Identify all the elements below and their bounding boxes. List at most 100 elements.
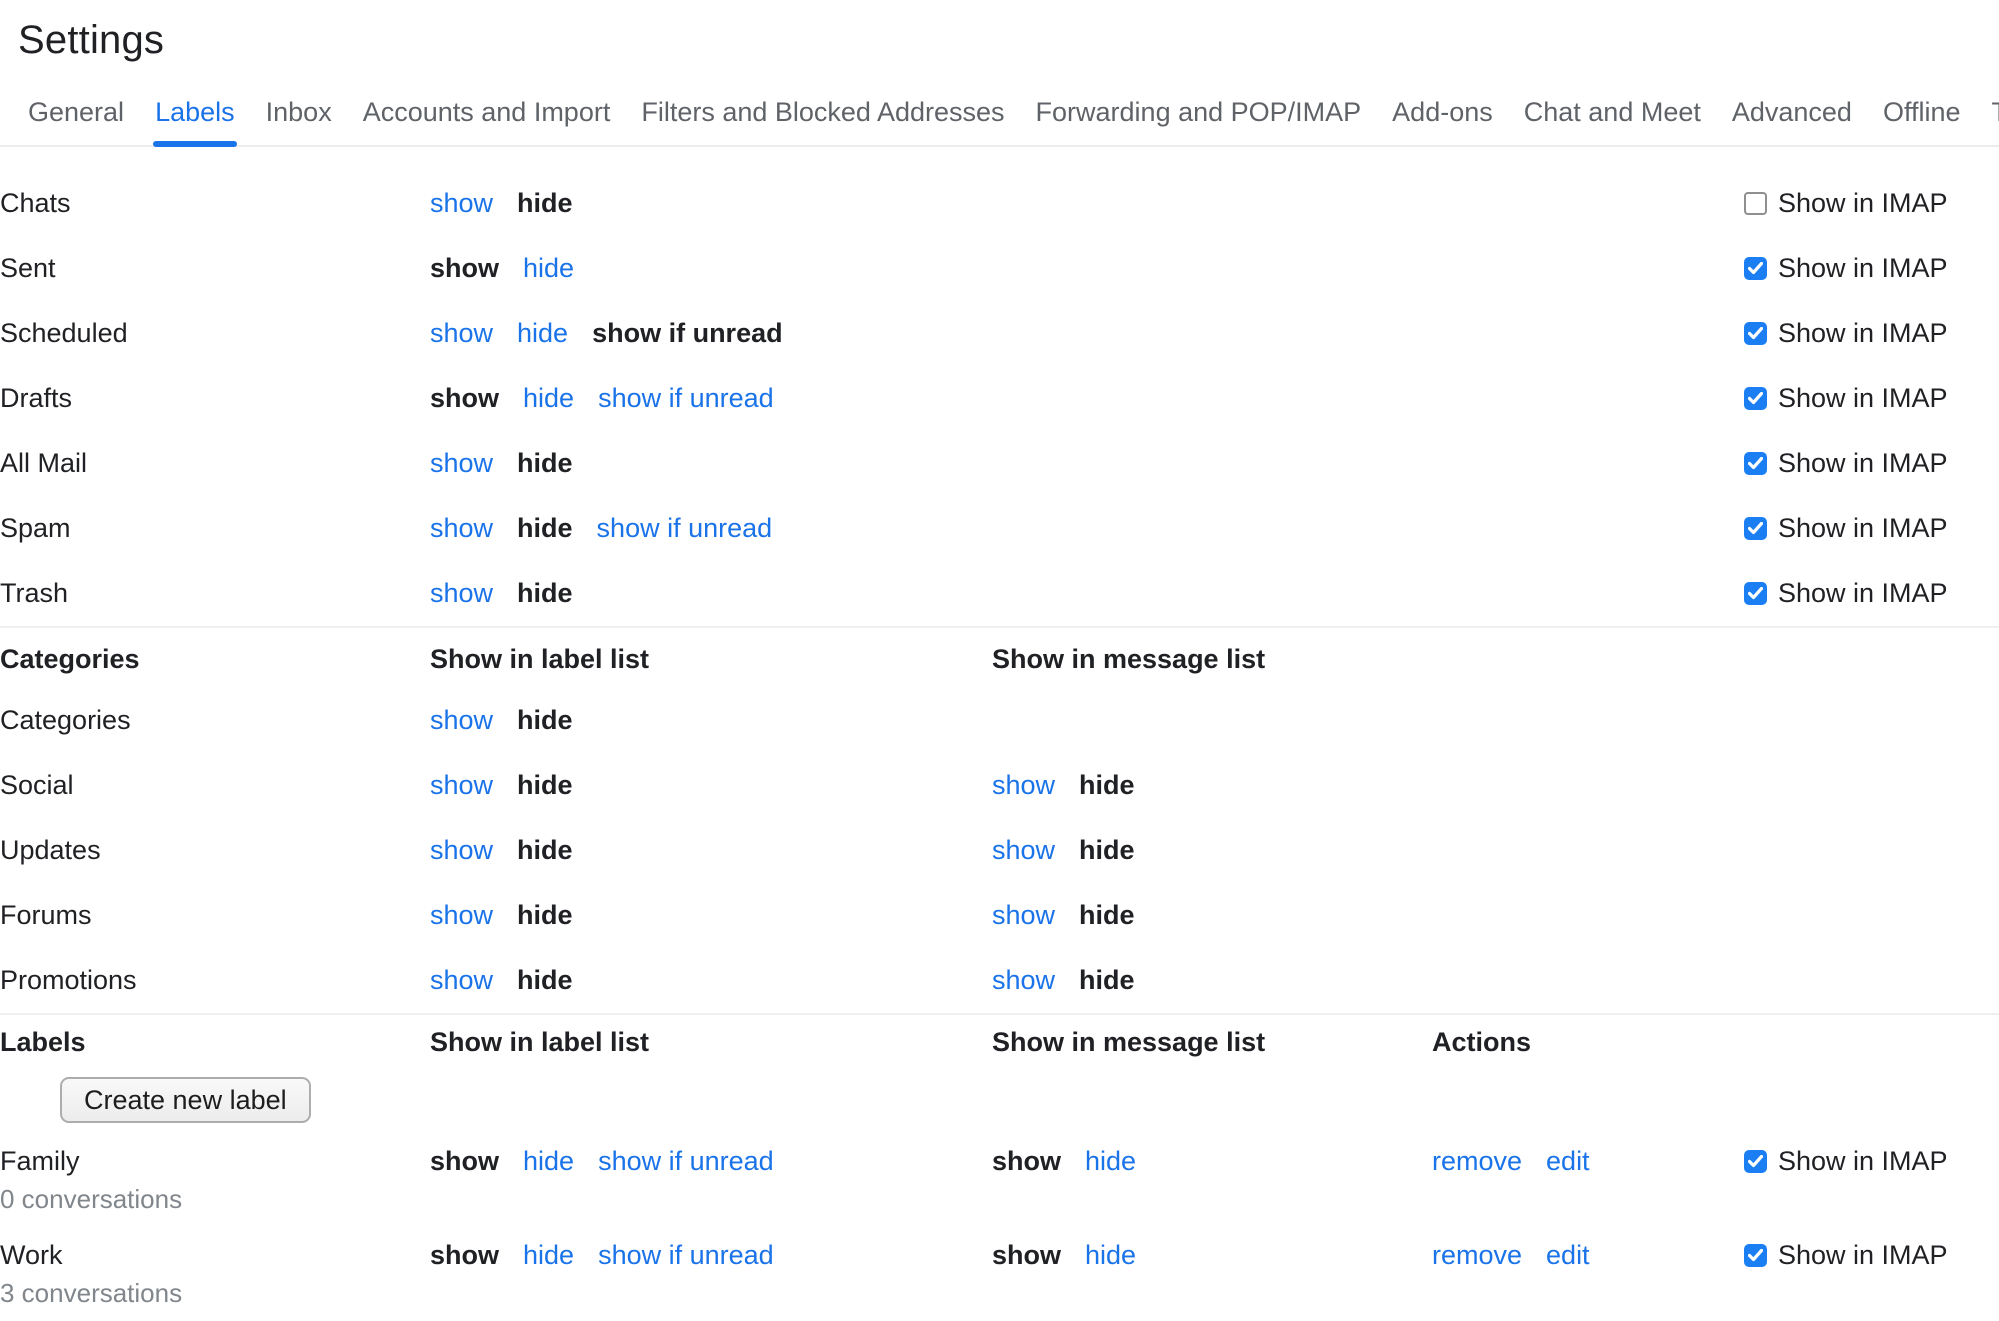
show-in-label-list-controls: show hide [430,962,992,999]
label-row-scheduled: Scheduledshowhideshow if unreadShow in I… [0,301,1999,366]
column-header-name: Categories [0,641,430,678]
tab-accounts-and-import[interactable]: Accounts and Import [363,97,611,128]
hide-link[interactable]: hide [523,1143,574,1180]
show-link[interactable]: show [430,575,493,612]
label-row-work: Work3 conversationsshowhideshow if unrea… [0,1227,1999,1321]
label-actions: remove edit [1432,1237,1744,1274]
show-in-imap-checkbox[interactable] [1744,322,1767,345]
settings-tabs: General Labels Inbox Accounts and Import Fil… [0,63,1999,147]
show-link[interactable]: show [430,897,493,934]
hide-current: hide [517,962,573,999]
label-row-chats: Chatsshowhide Show in IMAP [0,171,1999,236]
label-name: Chats [0,185,430,222]
show-in-imap-label: Show in IMAP [1778,185,1948,222]
label-name-cell: Updates [0,832,430,869]
show-if-unread-current: show if unread [592,315,783,352]
show-in-imap: Show in IMAP [1744,315,1999,352]
show-link[interactable]: show [430,510,493,547]
show-link[interactable]: show [430,445,493,482]
hide-current: hide [517,445,573,482]
tab-advanced[interactable]: Advanced [1732,97,1852,128]
tab-labels[interactable]: Labels [155,97,235,128]
rows-system-labels: ChatsshowhideShow in IMAPSentshowhideSho… [0,171,1999,626]
show-link[interactable]: show [992,897,1055,934]
label-name: Promotions [0,962,430,999]
show-link[interactable]: show [430,315,493,352]
show-in-label-list-controls: show hide show if unread [430,315,992,352]
labels-settings-content: ChatsshowhideShow in IMAPSentshowhideSho… [0,147,1999,1321]
show-in-imap-label: Show in IMAP [1778,380,1948,417]
tab-themes[interactable]: Themes [1992,97,1999,128]
label-name-cell: Spam [0,510,430,547]
hide-link[interactable]: hide [523,250,574,287]
tab-general[interactable]: General [28,97,124,128]
create-new-label-button[interactable]: Create new label [60,1077,311,1123]
show-in-imap: Show in IMAP [1744,510,1999,547]
label-row-promotions: Promotionsshowhideshowhide [0,948,1999,1013]
show-in-imap-checkbox[interactable] [1744,192,1767,215]
show-link[interactable]: show [430,962,493,999]
column-header-message-list: Show in message list [992,641,1432,678]
rows-categories: CategoriesshowhideSocialshowhideshowhide… [0,688,1999,1013]
hide-current: hide [517,767,573,804]
label-name: All Mail [0,445,430,482]
tab-filters-and-blocked-addresses[interactable]: Filters and Blocked Addresses [641,97,1004,128]
remove-link[interactable]: remove [1432,1237,1522,1274]
hide-link[interactable]: hide [523,1237,574,1274]
hide-current: hide [517,575,573,612]
show-in-imap-checkbox[interactable] [1744,1244,1767,1267]
hide-current: hide [1079,897,1135,934]
tab-inbox[interactable]: Inbox [266,97,332,128]
remove-link[interactable]: remove [1432,1143,1522,1180]
tab-chat-and-meet[interactable]: Chat and Meet [1524,97,1701,128]
show-current: show [992,1143,1061,1180]
show-link[interactable]: show [430,832,493,869]
show-in-label-list-controls: showhideshow if unread [430,1143,992,1180]
hide-link[interactable]: hide [1085,1237,1136,1274]
show-in-imap-checkbox[interactable] [1744,582,1767,605]
show-in-imap-checkbox[interactable] [1744,452,1767,475]
show-link[interactable]: show [430,185,493,222]
label-name-cell: Social [0,767,430,804]
label-name: Spam [0,510,430,547]
show-if-unread-link[interactable]: show if unread [598,1143,774,1180]
show-in-imap-label: Show in IMAP [1778,575,1948,612]
show-in-label-list-controls: showhide [430,185,992,222]
show-in-label-list-controls: showhideshow if unread [430,510,992,547]
show-link[interactable]: show [992,767,1055,804]
show-if-unread-link[interactable]: show if unread [597,510,773,547]
show-in-label-list-controls: showhide [430,702,992,739]
tab-forwarding-and-pop-imap[interactable]: Forwarding and POP/IMAP [1036,97,1362,128]
show-link[interactable]: show [992,962,1055,999]
column-header-label-list: Show in label list [430,641,992,678]
show-in-imap-checkbox[interactable] [1744,1150,1767,1173]
label-name: Trash [0,575,430,612]
show-link[interactable]: show [992,832,1055,869]
show-if-unread-link[interactable]: show if unread [598,380,774,417]
label-name-cell: Sent [0,250,430,287]
label-name-cell: Chats [0,185,430,222]
label-name: Drafts [0,380,430,417]
section-header-labels: LabelsShow in label listShow in message … [0,1015,1999,1067]
show-in-imap: Show in IMAP [1744,1237,1999,1274]
edit-link[interactable]: edit [1546,1143,1590,1180]
show-in-imap-checkbox[interactable] [1744,257,1767,280]
show-in-imap: Show in IMAP [1744,185,1999,222]
hide-current: hide [517,832,573,869]
show-if-unread-link[interactable]: show if unread [598,1237,774,1274]
label-name-cell: Promotions [0,962,430,999]
tab-offline[interactable]: Offline [1883,97,1961,128]
column-header-name: Labels [0,1024,430,1061]
show-link[interactable]: show [430,702,493,739]
show-current: show [430,380,499,417]
show-in-message-list-controls: show hide [992,897,1432,934]
show-in-imap-checkbox[interactable] [1744,387,1767,410]
hide-link[interactable]: hide [1085,1143,1136,1180]
tab-add-ons[interactable]: Add-ons [1392,97,1493,128]
show-link[interactable]: show [430,767,493,804]
hide-link[interactable]: hide [523,380,574,417]
show-in-imap-checkbox[interactable] [1744,517,1767,540]
edit-link[interactable]: edit [1546,1237,1590,1274]
hide-link[interactable]: hide [517,315,568,352]
label-row-spam: Spamshowhideshow if unread Show in IMAP [0,496,1999,561]
